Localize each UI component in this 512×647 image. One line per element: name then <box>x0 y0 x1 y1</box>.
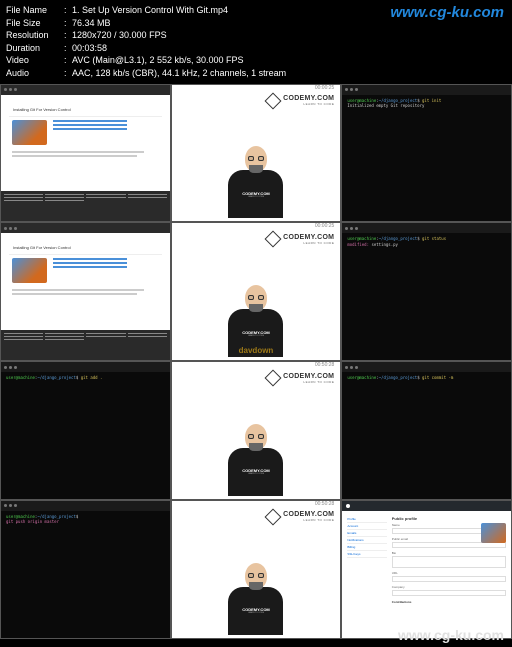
thumb-codemy-4: 00:50:28 CODEMY.COMLEARN TO CODE CODEMY.… <box>171 500 342 639</box>
thumb-terminal-2: user@machine:~/django_project$ git statu… <box>341 222 512 361</box>
watermark-top: www.cg-ku.com <box>390 4 504 21</box>
thumb-github: Profile Account Emails Notifications Bil… <box>341 500 512 639</box>
davdown-watermark: davdown <box>239 346 274 355</box>
thumb-terminal-3: user@machine:~/django_project$ git add . <box>0 361 171 500</box>
thumb-terminal-1: user@machine:~/django_project$ git init … <box>341 84 512 223</box>
cube-icon <box>265 92 282 109</box>
thumb-codemy-2: 00:00:25 CODEMY.COMLEARN TO CODE CODEMY.… <box>171 222 342 361</box>
thumb-codemy-3: 00:50:28 CODEMY.COMLEARN TO CODE CODEMY.… <box>171 361 342 500</box>
thumb-codemy-1: 00:00:25 CODEMY.COMLEARN TO CODE CODEMY.… <box>171 84 342 223</box>
thumb-terminal-5: user@machine:~/django_project$ git push … <box>0 500 171 639</box>
cube-icon <box>265 508 282 525</box>
watermark-bottom: www.cg-ku.com <box>398 627 504 643</box>
thumb-browser-1: Installing Git For Version Control <box>0 84 171 223</box>
thumb-terminal-4: user@machine:~/django_project$ git commi… <box>341 361 512 500</box>
thumb-browser-2: Installing Git For Version Control <box>0 222 171 361</box>
github-icon <box>346 504 350 508</box>
thumbnail-grid: Installing Git For Version Control 00:00… <box>0 84 512 639</box>
cube-icon <box>265 231 282 248</box>
cube-icon <box>265 370 282 387</box>
